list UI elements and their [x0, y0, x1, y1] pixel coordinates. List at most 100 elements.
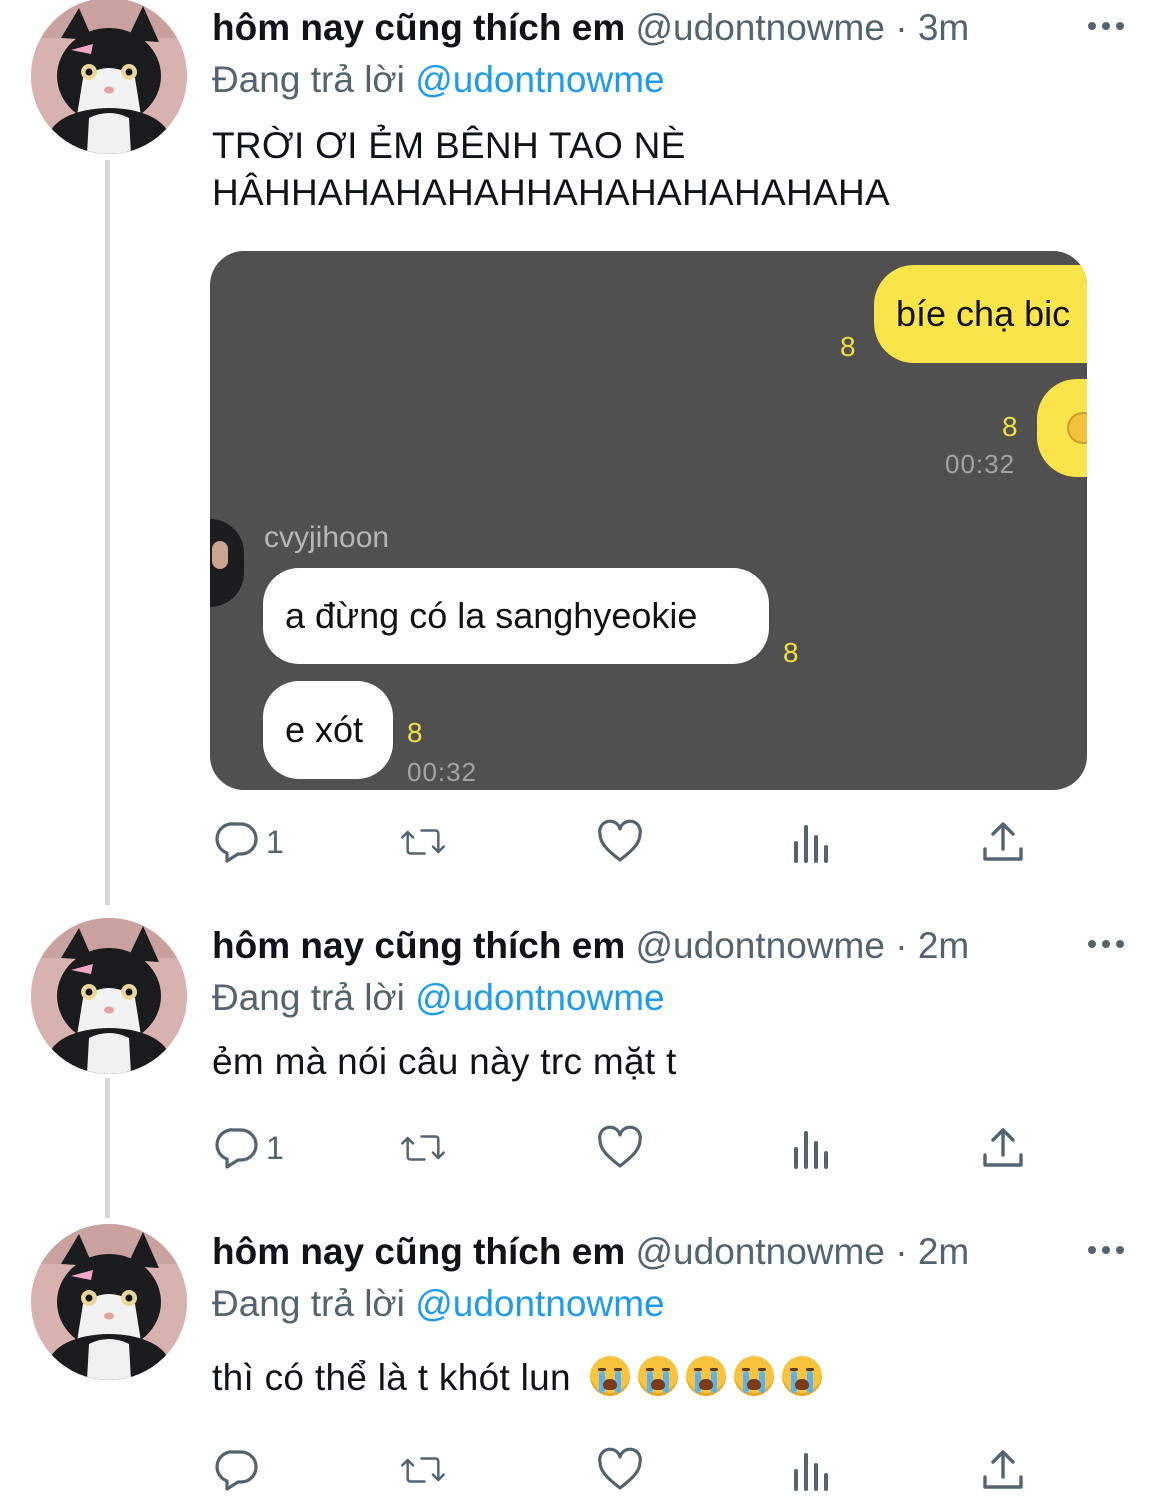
- chat-read-count: 8: [407, 717, 423, 748]
- tweet-header: hôm nay cũng thích em @udontnowme · 2m: [212, 1230, 969, 1274]
- handle[interactable]: @udontnowme: [636, 1231, 885, 1272]
- reply-button[interactable]: 1: [214, 1120, 284, 1176]
- replying-to-label: Đang trả lời: [212, 1283, 405, 1324]
- loudly-crying-face-emoji: [685, 1356, 726, 1396]
- timestamp[interactable]: 2m: [918, 925, 969, 966]
- display-name[interactable]: hôm nay cũng thích em: [212, 925, 625, 966]
- cat-avatar-image: [31, 1224, 187, 1380]
- share-upload-icon: [983, 1450, 1023, 1489]
- replying-to-label: Đang trả lời: [212, 977, 405, 1018]
- loudly-crying-face-emoji: [637, 1356, 678, 1396]
- chat-bubble-sent: bíe chạ bic: [874, 265, 1087, 363]
- tweet-header: hôm nay cũng thích em @udontnowme · 2m: [212, 924, 969, 968]
- tweet-actions: [212, 1442, 1042, 1498]
- share-button[interactable]: [980, 814, 1026, 870]
- tweet-text-line: HÂHHAHAHAHAHHAHAHAHAHAHAHA: [212, 172, 891, 213]
- chat-bubble-sent: [1037, 379, 1087, 477]
- replying-to: Đang trả lời @udontnowme: [212, 58, 665, 102]
- retweet-arrows-icon: [401, 1457, 445, 1483]
- more-dots-icon[interactable]: [1086, 932, 1126, 956]
- separator: ·: [895, 1231, 908, 1272]
- more-dots-icon[interactable]: [1086, 1238, 1126, 1262]
- chat-sender-name: cvyjihoon: [264, 521, 390, 554]
- tweet-text-content: thì có thể là t khót lun: [212, 1357, 571, 1398]
- tweet[interactable]: hôm nay cũng thích em @udontnowme · 2m Đ…: [0, 918, 1170, 1208]
- speech-bubble-icon: [215, 1450, 258, 1491]
- heart-icon: [598, 1125, 642, 1168]
- retweet-button[interactable]: [400, 1120, 446, 1176]
- tweet-text: thì có thể là t khót lun: [212, 1354, 830, 1401]
- cat-avatar-image: [31, 0, 187, 154]
- chat-message-emoji: [1067, 412, 1087, 444]
- timestamp[interactable]: 2m: [918, 1231, 969, 1272]
- speech-bubble-icon: [215, 822, 258, 863]
- chat-bubble-received: e xót: [263, 681, 393, 779]
- chat-message-text: bíe chạ bic: [896, 293, 1071, 334]
- handle[interactable]: @udontnowme: [636, 925, 885, 966]
- like-button[interactable]: [597, 814, 643, 870]
- separator: ·: [895, 925, 908, 966]
- share-upload-icon: [983, 822, 1023, 861]
- reply-button[interactable]: [214, 1442, 260, 1498]
- tweet-text-line: TRỜI ƠI ẺM BÊNH TAO NÈ: [212, 125, 686, 166]
- replying-to: Đang trả lời @udontnowme: [212, 976, 665, 1020]
- reply-count: 1: [266, 1129, 284, 1166]
- speech-bubble-icon: [215, 1128, 258, 1169]
- views-button[interactable]: [790, 814, 836, 870]
- tweet-text: ẻm mà nói câu này trc mặt t: [212, 1041, 677, 1082]
- views-button[interactable]: [790, 1120, 836, 1176]
- tweet-actions: 1: [212, 814, 1042, 870]
- replying-to: Đang trả lời @udontnowme: [212, 1282, 665, 1326]
- replying-to-label: Đang trả lời: [212, 59, 405, 100]
- retweet-button[interactable]: [400, 1442, 446, 1498]
- chat-timestamp: 00:32: [945, 449, 1016, 479]
- views-button[interactable]: [790, 1442, 836, 1498]
- avatar[interactable]: [31, 0, 187, 154]
- tweet-text: TRỜI ƠI ẺM BÊNH TAO NÈ HÂHHAHAHAHAHHAHAH…: [212, 122, 890, 216]
- chat-message-text: a đừng có la sanghyeokie: [285, 595, 698, 636]
- cat-avatar-image: [31, 918, 187, 1074]
- share-button[interactable]: [980, 1120, 1026, 1176]
- display-name[interactable]: hôm nay cũng thích em: [212, 7, 625, 48]
- reply-mention-link[interactable]: @udontnowme: [415, 59, 664, 100]
- bar-chart-icon: [794, 1131, 828, 1169]
- loudly-crying-face-emoji: [781, 1356, 822, 1396]
- display-name[interactable]: hôm nay cũng thích em: [212, 1231, 625, 1272]
- like-button[interactable]: [597, 1442, 643, 1498]
- chat-read-count: 8: [1002, 411, 1018, 442]
- heart-icon: [598, 819, 642, 862]
- separator: ·: [895, 7, 908, 48]
- bar-chart-icon: [794, 825, 828, 863]
- reply-count: 1: [266, 823, 284, 860]
- tweet[interactable]: hôm nay cũng thích em @udontnowme · 2m Đ…: [0, 1224, 1170, 1500]
- share-upload-icon: [983, 1128, 1023, 1167]
- chat-sender-avatar: [210, 519, 244, 607]
- retweet-arrows-icon: [401, 829, 445, 855]
- timestamp[interactable]: 3m: [918, 7, 969, 48]
- reply-button[interactable]: 1: [214, 814, 284, 870]
- chat-read-count: 8: [783, 637, 799, 668]
- loudly-crying-face-emoji: [589, 1356, 630, 1396]
- reply-mention-link[interactable]: @udontnowme: [415, 1283, 664, 1324]
- tweet-header: hôm nay cũng thích em @udontnowme · 3m: [212, 6, 969, 50]
- chat-timestamp: 00:32: [407, 757, 478, 787]
- retweet-button[interactable]: [400, 814, 446, 870]
- reply-mention-link[interactable]: @udontnowme: [415, 977, 664, 1018]
- tweet[interactable]: hôm nay cũng thích em @udontnowme · 3m Đ…: [0, 0, 1170, 900]
- like-button[interactable]: [597, 1120, 643, 1176]
- avatar[interactable]: [31, 918, 187, 1074]
- chat-message-text: e xót: [285, 709, 364, 750]
- emoji-row: [589, 1356, 830, 1398]
- bar-chart-icon: [794, 1453, 828, 1491]
- heart-icon: [598, 1447, 642, 1490]
- more-dots-icon[interactable]: [1086, 14, 1126, 38]
- retweet-arrows-icon: [401, 1135, 445, 1161]
- tweet-media-image[interactable]: bíe chạ bic 8 8 00:32 cvyjihoon a đừng c…: [210, 251, 1087, 790]
- chat-bubble-received: a đừng có la sanghyeokie: [263, 568, 769, 664]
- handle[interactable]: @udontnowme: [636, 7, 885, 48]
- chat-read-count: 8: [840, 331, 856, 362]
- avatar[interactable]: [31, 1224, 187, 1380]
- share-button[interactable]: [980, 1442, 1026, 1498]
- tweet-actions: 1: [212, 1120, 1042, 1176]
- loudly-crying-face-emoji: [733, 1356, 774, 1396]
